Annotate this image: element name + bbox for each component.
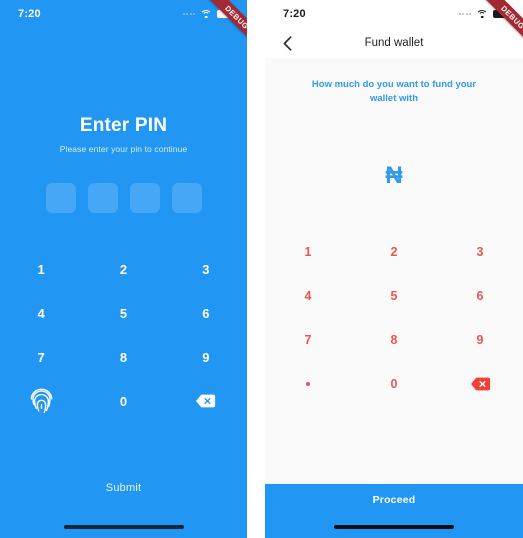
keypad-key-9[interactable]: 9 (165, 335, 247, 379)
status-bar-left: 7:20 (0, 0, 247, 28)
home-indicator-left (0, 516, 247, 538)
backspace-key[interactable] (437, 362, 523, 406)
signal-dots-icon (458, 13, 471, 15)
keypad-key-2[interactable]: 2 (351, 230, 437, 274)
status-icons (458, 9, 512, 19)
page-subtitle: Please enter your pin to continue (59, 144, 188, 154)
keypad-key-1[interactable]: 1 (265, 230, 351, 274)
backspace-key[interactable] (165, 379, 247, 423)
signal-dots-icon (182, 13, 195, 15)
keypad-key-1[interactable]: 1 (0, 247, 82, 291)
pin-header: Enter PIN Please enter your pin to conti… (0, 28, 247, 154)
fund-wallet-body: Fund wallet How much do you want to fund… (265, 28, 523, 538)
keypad-key-8[interactable]: 8 (82, 335, 164, 379)
submit-button[interactable]: Submit (88, 476, 159, 500)
keypad-key-7[interactable]: 7 (265, 318, 351, 362)
decimal-dot-icon (306, 381, 310, 386)
panel-divider (247, 0, 265, 538)
keypad-key-5[interactable]: 5 (82, 291, 164, 335)
keypad-key-3[interactable]: 3 (437, 230, 523, 274)
keypad-key-6[interactable]: 6 (165, 291, 247, 335)
home-indicator-right (265, 516, 523, 538)
keypad-key-4[interactable]: 4 (0, 291, 82, 335)
keypad-key-7[interactable]: 7 (0, 335, 82, 379)
keypad-key-8[interactable]: 8 (351, 318, 437, 362)
status-icons (182, 9, 236, 19)
pin-screen-phone: DEBUG 7:20 Enter PIN Please enter your p… (0, 0, 247, 538)
pin-screen-body: Enter PIN Please enter your pin to conti… (0, 28, 247, 538)
navigation-bar: Fund wallet (265, 28, 523, 58)
status-time: 7:20 (283, 8, 306, 20)
battery-icon (493, 10, 512, 18)
amount-display[interactable]: ₦ (265, 161, 523, 189)
fund-prompt-text: How much do you want to fund your wallet… (311, 79, 477, 104)
keypad-key-2[interactable]: 2 (82, 247, 164, 291)
backspace-icon (196, 394, 216, 408)
wifi-icon (200, 9, 212, 19)
keypad-key-decimal[interactable] (265, 362, 351, 406)
amount-keypad: 1 2 3 4 5 6 7 8 9 0 (265, 230, 523, 406)
wifi-icon (476, 9, 488, 19)
keypad-key-0[interactable]: 0 (351, 362, 437, 406)
pin-digit-box[interactable] (171, 183, 202, 213)
page-title: Fund wallet (364, 37, 424, 49)
page-title: Enter PIN (79, 115, 168, 136)
pin-keypad: 1 2 3 4 5 6 7 8 9 0 (0, 247, 247, 423)
keypad-key-5[interactable]: 5 (351, 274, 437, 318)
back-chevron-icon (283, 35, 291, 51)
fund-wallet-phone: DEBUG 7:20 Fund wallet How much do you w… (265, 0, 523, 538)
pin-digit-box[interactable] (45, 183, 76, 213)
fingerprint-key[interactable] (0, 379, 82, 423)
pin-input-group[interactable] (0, 183, 247, 213)
fingerprint-icon (30, 388, 53, 414)
backspace-icon (470, 377, 490, 390)
status-bar-right: 7:20 (265, 0, 523, 28)
proceed-button[interactable]: Proceed (265, 484, 523, 516)
keypad-key-0[interactable]: 0 (82, 379, 164, 423)
currency-symbol: ₦ (385, 161, 403, 189)
pin-digit-box[interactable] (129, 183, 160, 213)
submit-button-wrap: Submit (0, 476, 247, 516)
back-button[interactable] (279, 35, 295, 51)
battery-icon (217, 10, 236, 18)
pin-digit-box[interactable] (87, 183, 118, 213)
keypad-key-3[interactable]: 3 (165, 247, 247, 291)
keypad-key-6[interactable]: 6 (437, 274, 523, 318)
keypad-key-4[interactable]: 4 (265, 274, 351, 318)
keypad-key-9[interactable]: 9 (437, 318, 523, 362)
status-time: 7:20 (18, 8, 41, 20)
